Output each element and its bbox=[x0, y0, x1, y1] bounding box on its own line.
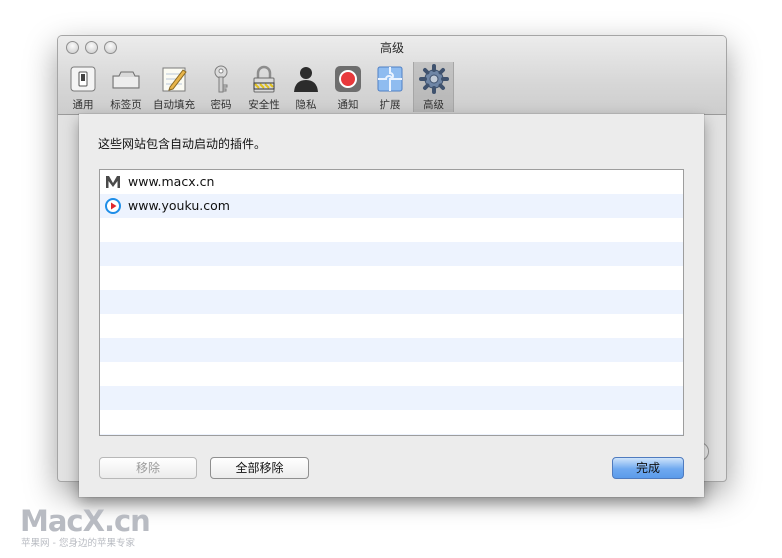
tab-extensions[interactable]: 扩展 bbox=[371, 62, 409, 112]
key-icon bbox=[214, 65, 228, 93]
youku-favicon-icon bbox=[105, 198, 121, 214]
macx-favicon-icon bbox=[106, 176, 120, 188]
window-title: 高级 bbox=[379, 41, 404, 55]
list-item[interactable]: www.youku.com bbox=[100, 194, 683, 218]
watermark-tagline: 苹果网 - 您身边的苹果专家 bbox=[21, 538, 135, 549]
done-button[interactable]: 完成 bbox=[612, 457, 684, 479]
puzzle-icon bbox=[377, 66, 403, 92]
remove-button[interactable]: 移除 bbox=[99, 457, 197, 479]
plugin-sites-sheet: 这些网站包含自动启动的插件。 www.macx.cn www.youku.com… bbox=[79, 114, 704, 497]
tab-autofill[interactable]: 自动填充 bbox=[150, 62, 198, 112]
tab-security[interactable]: 安全性 bbox=[244, 62, 284, 112]
tab-icon bbox=[112, 71, 140, 89]
list-item[interactable]: www.macx.cn bbox=[100, 170, 683, 194]
site-name: www.youku.com bbox=[128, 198, 230, 213]
tab-label: 自动填充 bbox=[153, 99, 195, 111]
tab-label: 安全性 bbox=[248, 99, 280, 111]
site-list[interactable]: www.macx.cn www.youku.com bbox=[99, 169, 684, 436]
tab-label: 高级 bbox=[423, 99, 444, 111]
tab-passwords[interactable]: 密码 bbox=[202, 62, 240, 112]
light-switch-icon bbox=[70, 66, 96, 92]
tab-label: 扩展 bbox=[379, 99, 401, 111]
tab-general[interactable]: 通用 bbox=[65, 62, 101, 112]
remove-all-button[interactable]: 全部移除 bbox=[210, 457, 309, 479]
site-name: www.macx.cn bbox=[128, 174, 215, 189]
sheet-message: 这些网站包含自动启动的插件。 bbox=[98, 137, 267, 151]
tab-label: 通知 bbox=[337, 99, 359, 111]
window-toolbar: 高级 通用 标签页 自动填充 密码 安全性 隐私 通知 扩展 高级 bbox=[58, 36, 726, 115]
tab-advanced[interactable]: 高级 bbox=[413, 62, 454, 112]
padlock-icon bbox=[253, 65, 275, 93]
watermark-logo: MacX.cn bbox=[20, 504, 151, 538]
silhouette-icon bbox=[294, 67, 318, 92]
gear-icon bbox=[418, 64, 449, 94]
notepad-pencil-icon bbox=[162, 67, 187, 92]
tab-label: 隐私 bbox=[295, 99, 317, 111]
tab-privacy[interactable]: 隐私 bbox=[288, 62, 324, 112]
notification-icon bbox=[335, 66, 361, 92]
tab-label: 标签页 bbox=[110, 99, 142, 111]
tab-tabs[interactable]: 标签页 bbox=[105, 62, 147, 112]
tab-label: 密码 bbox=[210, 99, 232, 111]
tab-label: 通用 bbox=[72, 99, 94, 111]
tab-notifications[interactable]: 通知 bbox=[328, 62, 368, 112]
